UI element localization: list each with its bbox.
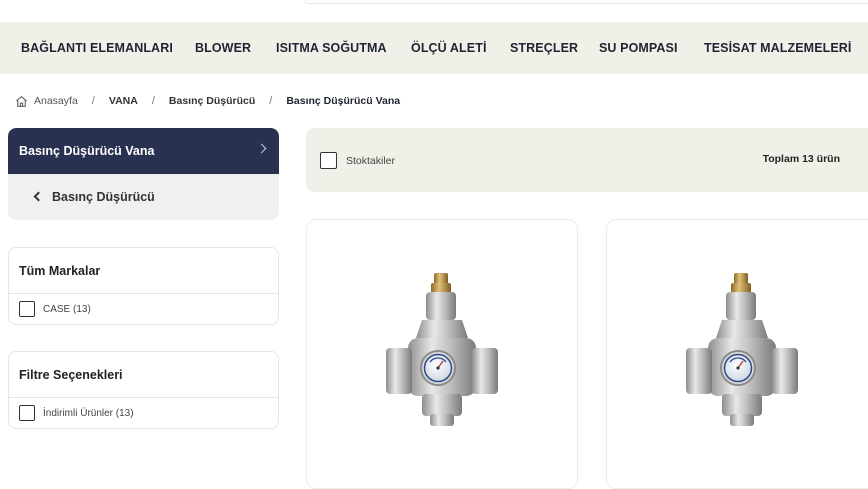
breadcrumb-separator: / [91, 95, 95, 107]
top-bar [0, 0, 868, 22]
product-card[interactable] [306, 219, 578, 489]
brand-filter-title: Tüm Markalar [19, 264, 101, 278]
chevron-left-icon [33, 191, 44, 202]
brand-option-case[interactable]: CASE (13) [19, 301, 91, 317]
nav-item-isitma-sogutma[interactable]: ISITMA SOĞUTMA [276, 41, 387, 55]
divider [9, 397, 278, 398]
category-header[interactable]: Basınç Düşürücü Vana [8, 128, 279, 174]
filter-option-discounted[interactable]: İndirimli Ürünler (13) [19, 405, 134, 421]
category-title: Basınç Düşürücü Vana [19, 144, 155, 158]
product-card[interactable] [606, 219, 868, 489]
nav-item-baglanti-elemanlari[interactable]: BAĞLANTI ELEMANLARI [21, 41, 173, 55]
category-back-link[interactable]: Basınç Düşürücü [8, 174, 279, 220]
breadcrumb-separator: / [151, 95, 155, 107]
pressure-reducing-valve-image [686, 273, 798, 426]
breadcrumb-basinc-dusurucu[interactable]: Basınç Düşürücü [169, 95, 255, 107]
discount-checkbox[interactable] [19, 405, 35, 421]
nav-item-tesisat-malzemeleri[interactable]: TESİSAT MALZEMELERİ [704, 41, 852, 55]
in-stock-label: Stoktakiler [346, 154, 396, 167]
category-panel: Basınç Düşürücü Vana Basınç Düşürücü [8, 128, 279, 220]
in-stock-checkbox[interactable] [320, 152, 337, 169]
nav-item-strecler[interactable]: STREÇLER [510, 41, 578, 55]
brand-option-label: CASE (13) [43, 303, 91, 315]
filter-options-title: Filtre Seçenekleri [19, 368, 123, 382]
nav-item-su-pompasi[interactable]: SU POMPASI [599, 41, 678, 55]
search-bar-edge[interactable] [305, 0, 868, 4]
in-stock-filter[interactable]: Stoktakiler [320, 152, 395, 169]
home-icon[interactable] [15, 95, 28, 108]
brand-filter-panel: Tüm Markalar CASE (13) [8, 247, 279, 325]
brand-checkbox[interactable] [19, 301, 35, 317]
breadcrumb-separator: / [269, 95, 273, 107]
category-back-label: Basınç Düşürücü [52, 190, 155, 204]
chevron-right-icon [256, 143, 267, 154]
nav-item-olcu-aleti[interactable]: ÖLÇÜ ALETİ [411, 41, 487, 55]
product-toolbar: Stoktakiler Toplam 13 ürün [306, 128, 868, 192]
breadcrumb-vana[interactable]: VANA [109, 95, 138, 107]
breadcrumb-home[interactable]: Anasayfa [34, 95, 78, 107]
pressure-reducing-valve-image [386, 273, 498, 426]
nav-item-blower[interactable]: BLOWER [195, 41, 251, 55]
breadcrumb-current: Basınç Düşürücü Vana [286, 95, 401, 107]
product-count: Toplam 13 ürün [762, 153, 840, 165]
filter-options-panel: Filtre Seçenekleri İndirimli Ürünler (13… [8, 351, 279, 429]
main-navigation: BAĞLANTI ELEMANLARI BLOWER ISITMA SOĞUTM… [0, 22, 868, 74]
filter-option-label: İndirimli Ürünler (13) [43, 407, 134, 419]
divider [9, 293, 278, 294]
breadcrumb: Anasayfa / VANA / Basınç Düşürücü / Bası… [15, 93, 400, 109]
